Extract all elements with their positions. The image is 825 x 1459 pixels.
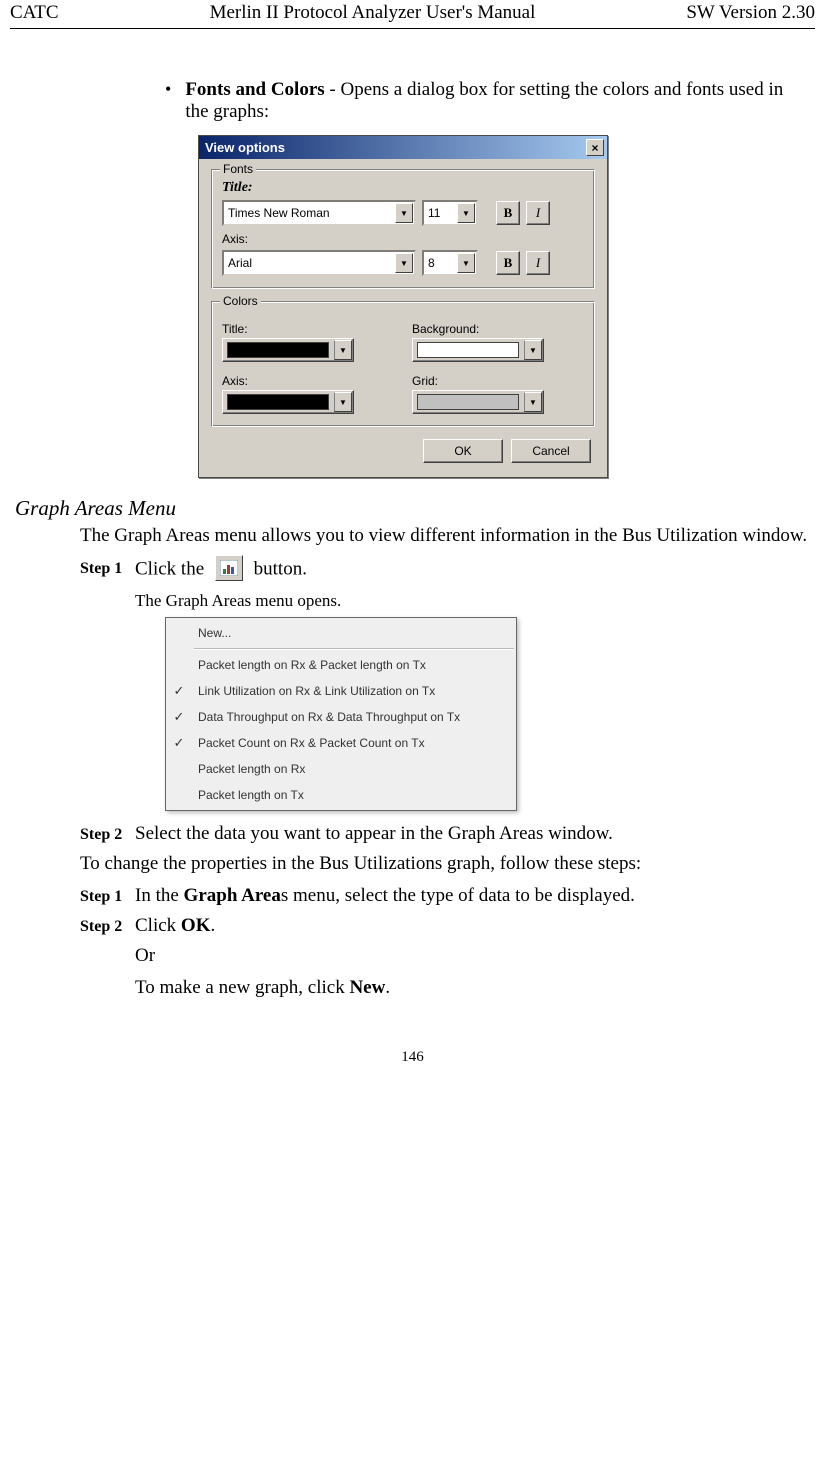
color-grid-label: Grid: xyxy=(412,374,584,388)
colors-groupbox-label: Colors xyxy=(220,294,261,308)
grid-color-swatch xyxy=(417,394,519,410)
close-icon: × xyxy=(591,141,598,155)
menu-item-label: Link Utilization on Rx & Link Utilizatio… xyxy=(192,684,435,698)
menu-item-label: Packet length on Tx xyxy=(192,788,304,802)
step-2-label: Step 2 xyxy=(80,823,135,844)
header-rule xyxy=(10,28,815,29)
title-color-select[interactable]: ▼ xyxy=(222,338,354,362)
menu-item-label: Packet length on Rx xyxy=(192,762,305,776)
cancel-button[interactable]: Cancel xyxy=(511,439,591,463)
bullet-dot: • xyxy=(165,79,171,123)
background-color-select[interactable]: ▼ xyxy=(412,338,544,362)
header-center: Merlin II Protocol Analyzer User's Manua… xyxy=(210,2,536,24)
step-b1-label: Step 1 xyxy=(80,885,135,906)
close-button[interactable]: × xyxy=(586,139,604,156)
step-1-body: Click the button. xyxy=(135,557,810,583)
background-color-swatch xyxy=(417,342,519,358)
chevron-down-icon: ▼ xyxy=(524,392,542,412)
chevron-down-icon: ▼ xyxy=(334,392,352,412)
color-title-label: Title: xyxy=(222,322,394,336)
axis-font-select[interactable]: Arial ▼ xyxy=(222,250,416,276)
or-text: Or xyxy=(15,945,810,967)
bullet-text: Fonts and Colors - Opens a dialog box fo… xyxy=(185,79,810,123)
axis-color-select[interactable]: ▼ xyxy=(222,390,354,414)
axis-size-select[interactable]: 8 ▼ xyxy=(422,250,478,276)
title-size-select[interactable]: 11 ▼ xyxy=(422,200,478,226)
change-intro: To change the properties in the Bus Util… xyxy=(15,853,810,875)
bullet-fonts-colors: • Fonts and Colors - Opens a dialog box … xyxy=(15,79,810,123)
menu-item[interactable]: ✓Link Utilization on Rx & Link Utilizati… xyxy=(166,678,516,704)
grid-color-select[interactable]: ▼ xyxy=(412,390,544,414)
dialog-title: View options xyxy=(205,140,285,155)
chevron-down-icon: ▼ xyxy=(395,203,413,223)
axis-font-value: Arial xyxy=(224,256,394,270)
color-axis-label: Axis: xyxy=(222,374,394,388)
menu-item[interactable]: ✓Packet Count on Rx & Packet Count on Tx xyxy=(166,730,516,756)
step-1-label: Step 1 xyxy=(80,557,135,578)
axis-font-label: Axis: xyxy=(222,232,584,246)
colors-groupbox: Colors Title: ▼ Background: xyxy=(211,301,595,427)
title-bold-button[interactable]: B xyxy=(496,201,520,225)
step-b1-body: In the Graph Areas menu, select the type… xyxy=(135,885,810,907)
new-graph-text: To make a new graph, click New. xyxy=(15,977,810,999)
menu-item-label: Packet length on Rx & Packet length on T… xyxy=(192,658,426,672)
step-b1: Step 1 In the Graph Areas menu, select t… xyxy=(80,885,810,907)
title-font-label: Title: xyxy=(222,180,584,196)
step-b2-label: Step 2 xyxy=(80,915,135,936)
fonts-groupbox-label: Fonts xyxy=(220,162,256,176)
page-number: 146 xyxy=(10,1049,815,1066)
menu-separator xyxy=(194,648,514,650)
fonts-groupbox: Fonts Title: Times New Roman ▼ 11 ▼ B xyxy=(211,169,595,289)
graph-areas-toolbar-button[interactable] xyxy=(215,555,243,581)
view-options-dialog: View options × Fonts Title: Times New Ro… xyxy=(198,135,608,478)
page-header: CATC Merlin II Protocol Analyzer User's … xyxy=(10,0,815,26)
title-size-value: 11 xyxy=(424,206,456,220)
menu-item[interactable]: Packet length on Rx & Packet length on T… xyxy=(166,652,516,678)
menu-item[interactable]: Packet length on Rx xyxy=(166,756,516,782)
menu-item-label: Data Throughput on Rx & Data Throughput … xyxy=(192,710,460,724)
step-1-caption: The Graph Areas menu opens. xyxy=(135,591,810,611)
title-font-value: Times New Roman xyxy=(224,206,394,220)
check-icon: ✓ xyxy=(166,709,192,725)
step-b2: Step 2 Click OK. xyxy=(80,915,810,937)
axis-italic-button[interactable]: I xyxy=(526,251,550,275)
axis-color-swatch xyxy=(227,394,329,410)
step-2: Step 2 Select the data you want to appea… xyxy=(80,823,810,845)
chevron-down-icon: ▼ xyxy=(395,253,413,273)
axis-bold-button[interactable]: B xyxy=(496,251,520,275)
menu-item[interactable]: New... xyxy=(166,620,516,646)
bar-chart-icon xyxy=(220,560,238,576)
step-2-body: Select the data you want to appear in th… xyxy=(135,823,810,845)
color-background-label: Background: xyxy=(412,322,584,336)
header-right: SW Version 2.30 xyxy=(686,2,815,24)
section-intro: The Graph Areas menu allows you to view … xyxy=(15,525,810,547)
check-icon: ✓ xyxy=(166,735,192,751)
menu-item-label: New... xyxy=(192,626,231,640)
axis-size-value: 8 xyxy=(424,256,456,270)
chevron-down-icon: ▼ xyxy=(457,203,475,223)
header-left: CATC xyxy=(10,2,59,24)
title-italic-button[interactable]: I xyxy=(526,201,550,225)
title-color-swatch xyxy=(227,342,329,358)
bullet-bold: Fonts and Colors xyxy=(185,79,324,100)
title-font-select[interactable]: Times New Roman ▼ xyxy=(222,200,416,226)
menu-item[interactable]: Packet length on Tx xyxy=(166,782,516,808)
dialog-titlebar[interactable]: View options × xyxy=(199,136,607,159)
graph-areas-menu: New... Packet length on Rx & Packet lengt… xyxy=(165,617,517,811)
menu-item-label: Packet Count on Rx & Packet Count on Tx xyxy=(192,736,425,750)
ok-button[interactable]: OK xyxy=(423,439,503,463)
check-icon: ✓ xyxy=(166,683,192,699)
section-heading: Graph Areas Menu xyxy=(15,496,810,521)
menu-item[interactable]: ✓Data Throughput on Rx & Data Throughput… xyxy=(166,704,516,730)
step-1: Step 1 Click the button. xyxy=(80,557,810,583)
step-b2-body: Click OK. xyxy=(135,915,810,937)
chevron-down-icon: ▼ xyxy=(457,253,475,273)
chevron-down-icon: ▼ xyxy=(334,340,352,360)
chevron-down-icon: ▼ xyxy=(524,340,542,360)
